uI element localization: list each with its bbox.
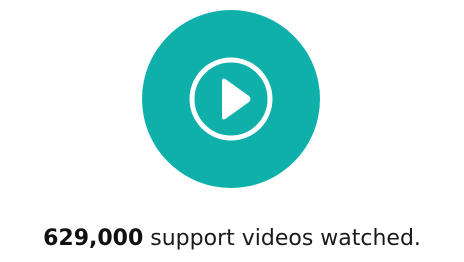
stat-card: 629,000 support videos watched. <box>0 0 464 262</box>
stat-label: support videos watched. <box>143 226 421 251</box>
stat-caption: 629,000 support videos watched. <box>0 224 464 254</box>
stat-number: 629,000 <box>43 226 144 251</box>
play-circle-icon <box>189 57 273 141</box>
